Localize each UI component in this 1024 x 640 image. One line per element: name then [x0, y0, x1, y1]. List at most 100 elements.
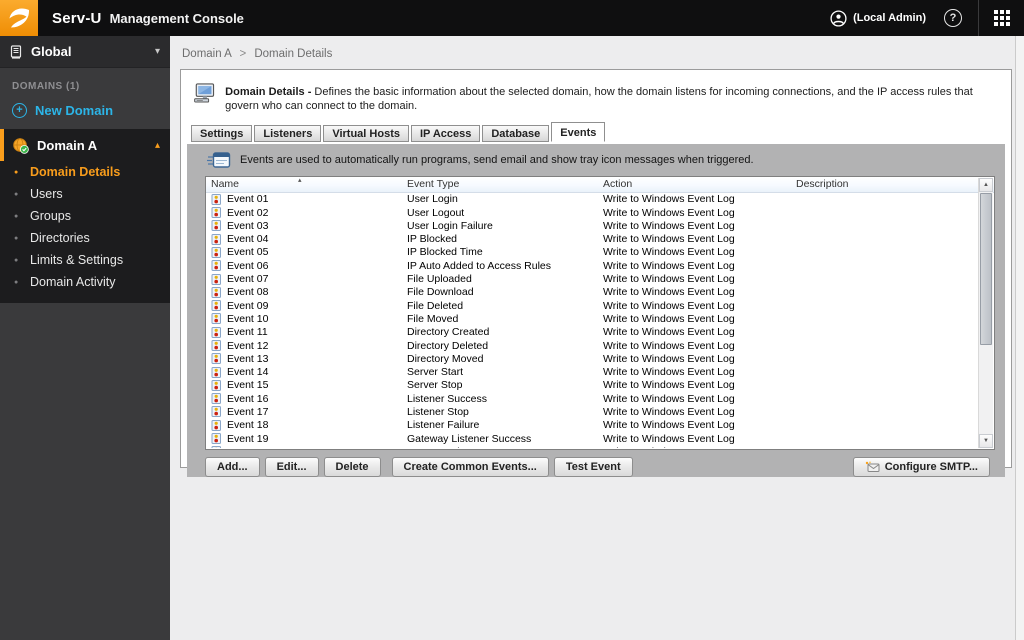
breadcrumb-page[interactable]: Domain Details — [254, 48, 332, 60]
table-scrollbar[interactable]: ▲ ▼ — [978, 177, 993, 448]
event-action: Write to Windows Event Log — [603, 193, 735, 206]
user-icon — [830, 9, 847, 27]
event-type: Listener Failure — [407, 419, 480, 432]
table-row[interactable]: Event 16 Listener Success Write to Windo… — [206, 392, 994, 405]
delete-button[interactable]: Delete — [323, 456, 381, 477]
event-icon — [211, 273, 222, 285]
domain-group: Domain A ▴ ● Domain Details ● Users ● Gr… — [0, 129, 170, 303]
table-rows: Event 01 User Login Write to Windows Eve… — [206, 193, 994, 448]
table-row[interactable]: Event 19 Gateway Listener Success Write … — [206, 432, 994, 445]
scrollbar-thumb[interactable] — [980, 192, 992, 345]
add-button[interactable]: Add... — [205, 456, 260, 477]
table-row[interactable]: Event 18 Listener Failure Write to Windo… — [206, 419, 994, 432]
domain-a-label: Domain A — [37, 137, 98, 153]
configure-smtp-button[interactable]: Configure SMTP... — [852, 456, 990, 477]
table-row[interactable]: Event 11 Directory Created Write to Wind… — [206, 326, 994, 339]
help-icon[interactable]: ? — [944, 9, 962, 27]
tab-settings[interactable]: Settings — [191, 124, 253, 142]
event-action: Write to Windows Event Log — [603, 379, 735, 392]
tab-ip-access[interactable]: IP Access — [410, 124, 481, 142]
table-row[interactable]: Event 12 Directory Deleted Write to Wind… — [206, 339, 994, 352]
event-name: Event 01 — [227, 193, 269, 206]
event-action: Write to Windows Event Log — [603, 392, 735, 405]
event-type: User Login Failure — [407, 219, 493, 232]
event-icon — [211, 326, 222, 338]
global-selector[interactable]: Global ▾ — [0, 36, 170, 68]
event-icon — [211, 353, 222, 365]
sidebar-item-domain-details[interactable]: ● Domain Details — [0, 161, 170, 183]
event-action: Write to Windows Event Log — [603, 405, 735, 418]
solarwinds-logo[interactable] — [0, 0, 38, 36]
table-row[interactable]: Event 13 Directory Moved Write to Window… — [206, 352, 994, 365]
app-switcher-button[interactable] — [978, 0, 1024, 36]
event-type: File Uploaded — [407, 273, 472, 286]
table-row[interactable]: Event 14 Server Start Write to Windows E… — [206, 365, 994, 378]
domain-details-panel: Domain Details - Defines the basic infor… — [180, 69, 1012, 477]
event-type: File Moved — [407, 312, 459, 325]
page-scrollbar[interactable] — [1015, 36, 1024, 640]
table-row[interactable]: Event 17 Listener Stop Write to Windows … — [206, 405, 994, 418]
event-action: Write to Windows Event Log — [603, 246, 735, 259]
sidebar-item-label: Domain Activity — [30, 275, 116, 289]
event-action: Write to Windows Event Log — [603, 312, 735, 325]
brand-name: Serv-U — [52, 9, 102, 27]
event-name: Event 18 — [227, 419, 269, 432]
event-name: Event 15 — [227, 379, 269, 392]
domain-a-header[interactable]: Domain A ▴ — [0, 129, 170, 161]
table-row[interactable]: Event 07 File Uploaded Write to Windows … — [206, 272, 994, 285]
column-header-action[interactable]: Action — [598, 177, 791, 192]
tab-events[interactable]: Events — [551, 121, 606, 142]
table-row[interactable]: Event 08 File Download Write to Windows … — [206, 286, 994, 299]
table-row[interactable]: Event 15 Server Stop Write to Windows Ev… — [206, 379, 994, 392]
tab-virtual-hosts[interactable]: Virtual Hosts — [323, 124, 409, 142]
bullet-icon: ● — [14, 168, 19, 176]
sidebar-item-groups[interactable]: ● Groups — [0, 205, 170, 227]
table-row[interactable]: Event 06 IP Auto Added to Access Rules W… — [206, 259, 994, 272]
scroll-down-button[interactable]: ▼ — [979, 433, 993, 448]
sidebar-item-directories[interactable]: ● Directories — [0, 227, 170, 249]
column-header-event-type[interactable]: Event Type — [402, 177, 598, 192]
event-name: Event 05 — [227, 246, 269, 259]
event-type: Server Start — [407, 366, 464, 379]
breadcrumb: Domain A > Domain Details — [170, 36, 1024, 60]
smtp-envelope-icon — [865, 461, 880, 473]
table-row[interactable]: Event 03 User Login Failure Write to Win… — [206, 219, 994, 232]
table-row[interactable]: Event 04 IP Blocked Write to Windows Eve… — [206, 232, 994, 245]
edit-button[interactable]: Edit... — [264, 456, 319, 477]
table-actions: Add... Edit... Delete Create Common Events.… — [205, 456, 995, 477]
event-action: Write to Windows Event Log — [603, 233, 735, 246]
sidebar: Global ▾ DOMAINS (1) + New Domain Domain… — [0, 36, 170, 640]
event-type: IP Auto Added to Access Rules — [407, 259, 551, 272]
event-name: Event 13 — [227, 352, 269, 365]
domains-section-header: DOMAINS (1) — [12, 81, 80, 92]
scroll-up-button[interactable]: ▲ — [979, 177, 993, 192]
event-type: File Download — [407, 286, 474, 299]
bullet-icon: ● — [14, 278, 19, 286]
tab-database[interactable]: Database — [482, 124, 550, 142]
globe-icon — [13, 137, 29, 154]
event-type: Listener Success — [407, 392, 487, 405]
user-menu[interactable]: (Local Admin) — [830, 9, 926, 27]
serv-u-management-console: Serv-U Management Console (Local Admin) … — [0, 0, 1024, 640]
bullet-icon: ● — [14, 190, 19, 198]
column-header-name[interactable]: Name ▴ — [206, 177, 402, 192]
column-header-description[interactable]: Description — [791, 177, 978, 192]
table-row[interactable]: Event 20 Gateway Listener Stop Write to … — [206, 445, 994, 448]
table-row[interactable]: Event 05 IP Blocked Time Write to Window… — [206, 246, 994, 259]
event-icon — [211, 207, 222, 219]
table-row[interactable]: Event 01 User Login Write to Windows Eve… — [206, 193, 994, 206]
create-common-events-button[interactable]: Create Common Events... — [391, 456, 549, 477]
new-domain-button[interactable]: + New Domain — [0, 96, 170, 129]
table-row[interactable]: Event 02 User Logout Write to Windows Ev… — [206, 206, 994, 219]
breadcrumb-domain[interactable]: Domain A — [182, 48, 231, 60]
tab-listeners[interactable]: Listeners — [254, 124, 322, 142]
event-icon — [211, 433, 222, 445]
sidebar-item-limits-settings[interactable]: ● Limits & Settings — [0, 249, 170, 271]
table-row[interactable]: Event 10 File Moved Write to Windows Eve… — [206, 312, 994, 325]
sidebar-item-domain-activity[interactable]: ● Domain Activity — [0, 271, 170, 293]
event-name: Event 03 — [227, 219, 269, 232]
grid-icon — [993, 10, 1010, 26]
sidebar-item-users[interactable]: ● Users — [0, 183, 170, 205]
table-row[interactable]: Event 09 File Deleted Write to Windows E… — [206, 299, 994, 312]
test-event-button[interactable]: Test Event — [553, 456, 633, 477]
